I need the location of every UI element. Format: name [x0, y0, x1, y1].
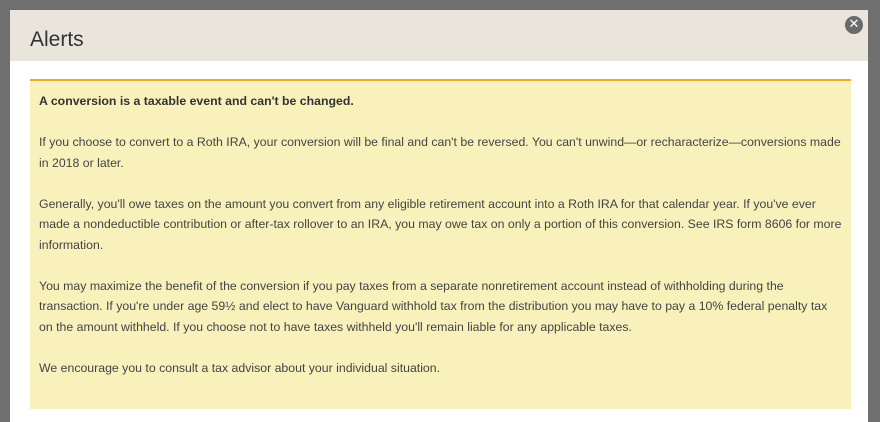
alert-message-box: A conversion is a taxable event and can'… — [30, 79, 851, 409]
close-button[interactable]: ✕ — [845, 16, 863, 34]
alert-paragraph-taxes-owed: Generally, you'll owe taxes on the amoun… — [39, 196, 842, 252]
alert-heading: A conversion is a taxable event and can'… — [39, 94, 354, 108]
alert-paragraph-irreversible: If you choose to convert to a Roth IRA, … — [39, 135, 841, 170]
close-icon[interactable]: ✕ — [849, 17, 860, 32]
dialog-header: Alerts ✕ — [10, 10, 868, 61]
dialog-title: Alerts — [30, 28, 84, 51]
alert-paragraph-withholding: You may maximize the benefit of the conv… — [39, 278, 828, 334]
alert-paragraph-tax-advisor: We encourage you to consult a tax adviso… — [39, 360, 441, 375]
alerts-dialog: Alerts ✕ A conversion is a taxable event… — [10, 10, 868, 422]
